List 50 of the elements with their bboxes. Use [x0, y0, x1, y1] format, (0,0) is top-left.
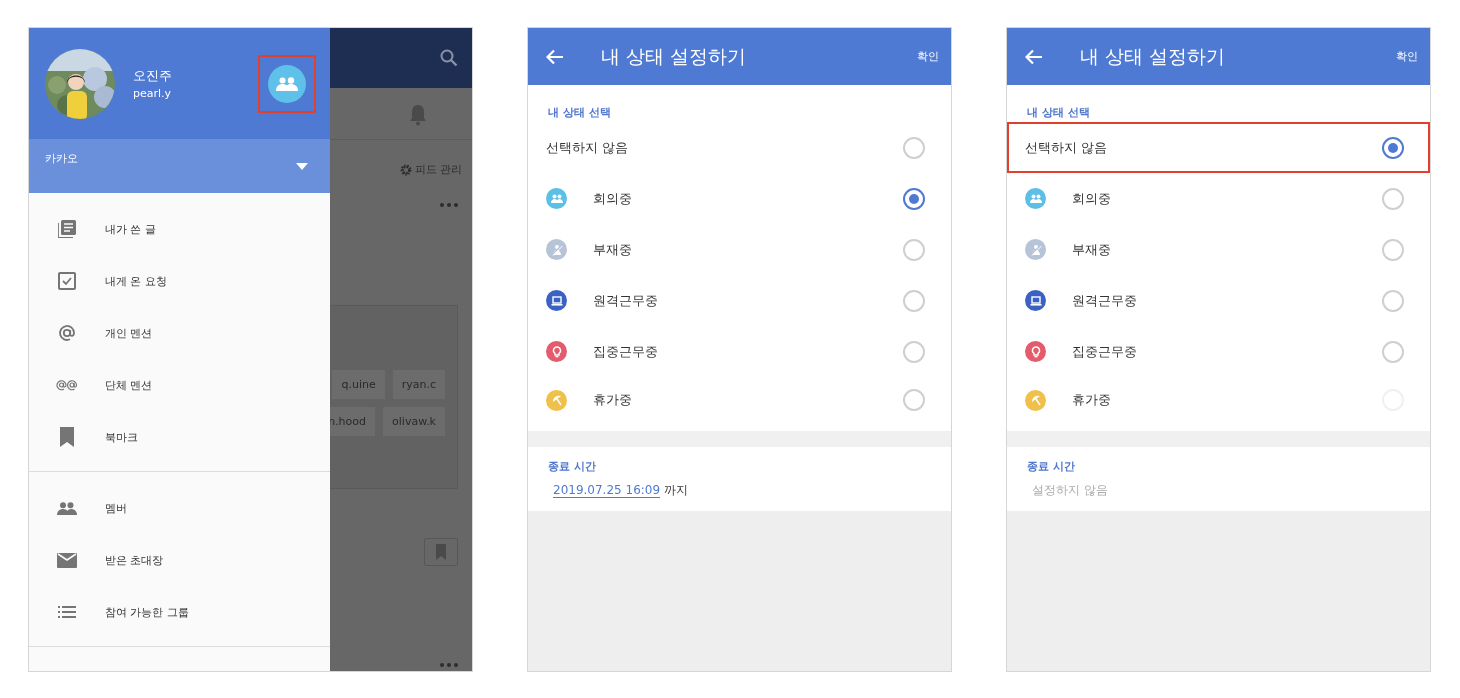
- screen-title: 내 상태 설정하기: [1080, 43, 1227, 69]
- confirm-button[interactable]: 확인: [1396, 49, 1418, 64]
- menu-item[interactable]: 개인 멘션: [29, 307, 330, 359]
- user-id: pearl.y: [133, 87, 173, 100]
- radio-button[interactable]: [1382, 136, 1404, 159]
- status-option[interactable]: 집중근무중: [1007, 326, 1430, 377]
- confirm-button[interactable]: 확인: [917, 49, 939, 64]
- menu-item[interactable]: 내가 쓴 글: [29, 203, 330, 255]
- screen-title: 내 상태 설정하기: [601, 43, 748, 69]
- menu-item[interactable]: 받은 초대장: [29, 534, 330, 586]
- status-option[interactable]: 선택하지 않음: [1007, 122, 1430, 173]
- people-icon: [276, 76, 298, 91]
- checkbox-icon: [58, 272, 76, 290]
- section-label: 종료 시간: [1026, 459, 1076, 474]
- bookmark-icon: [436, 544, 446, 560]
- end-time-suffix: 까지: [663, 483, 688, 497]
- mail-icon: [57, 552, 77, 568]
- list-icon: [58, 606, 76, 618]
- status-option[interactable]: 부재중: [528, 224, 951, 275]
- bell-icon[interactable]: [408, 104, 428, 126]
- bookmark-button[interactable]: [424, 538, 458, 566]
- status-option[interactable]: 원격근무중: [528, 275, 951, 326]
- radio-button[interactable]: [903, 187, 925, 210]
- people-icon: [57, 501, 77, 515]
- document-icon: [58, 220, 76, 238]
- section-label: 내 상태 선택: [547, 105, 612, 120]
- bookmark-icon: [60, 427, 74, 447]
- status-button[interactable]: [268, 64, 306, 103]
- more-icon[interactable]: [440, 203, 458, 207]
- status-option[interactable]: 회의중: [1007, 173, 1430, 224]
- menu-item[interactable]: 멤버: [29, 482, 330, 534]
- search-icon[interactable]: [440, 49, 458, 67]
- status-option[interactable]: 집중근무중: [528, 326, 951, 377]
- user-name: 오진주: [133, 67, 173, 85]
- end-time-link[interactable]: 2019.07.25 16:09: [553, 483, 661, 498]
- double-at-icon: [56, 379, 78, 391]
- dropdown-icon: [296, 163, 308, 170]
- status-option[interactable]: 휴가중: [528, 377, 951, 423]
- section-label: 내 상태 선택: [1026, 105, 1091, 120]
- status-option[interactable]: 회의중: [528, 173, 951, 224]
- status-option[interactable]: 원격근무중: [1007, 275, 1430, 326]
- status-option[interactable]: 선택하지 않음: [528, 122, 951, 173]
- menu-item[interactable]: 참여 가능한 그룹: [29, 586, 330, 638]
- section-label: 종료 시간: [547, 459, 597, 474]
- more-icon[interactable]: [440, 663, 458, 667]
- menu-item[interactable]: 내게 온 요청: [29, 255, 330, 307]
- at-sign-icon: [58, 324, 76, 342]
- back-arrow-icon[interactable]: [546, 48, 564, 65]
- back-arrow-icon[interactable]: [1025, 48, 1043, 65]
- status-option[interactable]: 부재중: [1007, 224, 1430, 275]
